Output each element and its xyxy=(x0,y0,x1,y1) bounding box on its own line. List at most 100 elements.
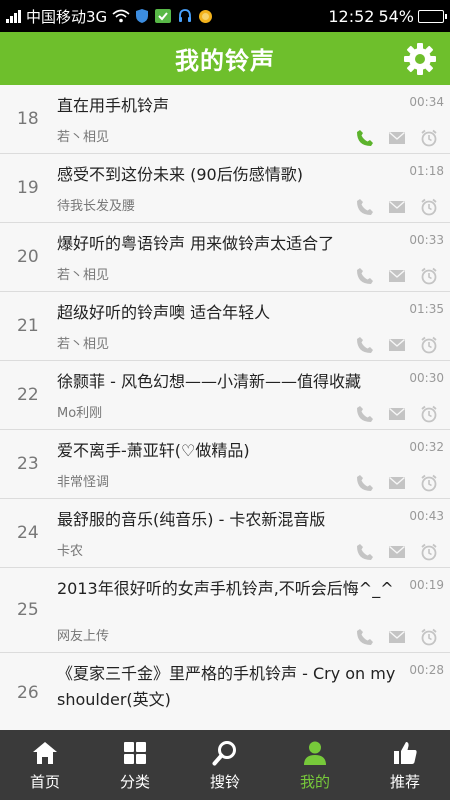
phone-icon[interactable] xyxy=(356,474,374,492)
duration-label: 01:35 xyxy=(409,302,444,316)
message-icon[interactable] xyxy=(388,474,406,492)
uploader-label: 待我长发及腰 xyxy=(57,199,136,214)
song-title: 爱不离手-萧亚轩(♡做精品) xyxy=(57,441,250,460)
duration-label: 00:32 xyxy=(409,440,444,454)
alarm-icon[interactable] xyxy=(420,267,438,285)
phone-icon[interactable] xyxy=(356,198,374,216)
song-title: 徐颢菲 - 风色幻想——小清新——值得收藏 xyxy=(57,372,361,391)
duration-label: 00:43 xyxy=(409,509,444,523)
carrier-label: 中国移动3G xyxy=(26,7,108,26)
tab-label: 推荐 xyxy=(389,772,420,791)
gear-icon[interactable] xyxy=(402,41,438,77)
status-bar: 中国移动3G 12:52 54% xyxy=(0,0,450,32)
row-index: 24 xyxy=(17,523,39,543)
uploader-label: 非常怪调 xyxy=(57,475,110,490)
duration-label: 00:28 xyxy=(409,663,444,677)
uploader-label: 若丶相见 xyxy=(57,268,110,283)
row-actions xyxy=(356,198,438,216)
ringtone-row[interactable]: 20 爆好听的粤语铃声 用来做铃声太适合了 00:33 若丶相见 xyxy=(0,223,450,292)
alarm-icon[interactable] xyxy=(420,198,438,216)
phone-icon[interactable] xyxy=(356,405,374,423)
ringtone-list[interactable]: 18 直在用手机铃声 00:34 若丶相见 19 感受不到这份未来 (90后伤感… xyxy=(0,85,450,730)
ringtone-row[interactable]: 24 最舒服的音乐(纯音乐) - 卡农新混音版 00:43 卡农 xyxy=(0,499,450,568)
alarm-icon[interactable] xyxy=(420,405,438,423)
message-icon[interactable] xyxy=(388,336,406,354)
tab-home[interactable]: 首页 xyxy=(0,730,90,800)
search-icon xyxy=(211,739,239,767)
row-index: 25 xyxy=(17,600,39,620)
uploader-label: 若丶相见 xyxy=(57,337,110,352)
phone-icon[interactable] xyxy=(356,267,374,285)
row-index: 21 xyxy=(17,316,39,336)
row-actions xyxy=(356,405,438,423)
alarm-icon[interactable] xyxy=(420,628,438,646)
ringtone-row[interactable]: 19 感受不到这份未来 (90后伤感情歌) 01:18 待我长发及腰 xyxy=(0,154,450,223)
uploader-label: 网友上传 xyxy=(57,629,110,644)
thumbs-up-icon xyxy=(391,739,419,767)
tab-label: 搜铃 xyxy=(209,772,240,791)
bottom-tab-bar: 首页 分类 搜铃 我的 推荐 xyxy=(0,730,450,800)
tab-label: 分类 xyxy=(119,772,150,791)
row-actions xyxy=(356,267,438,285)
phone-icon[interactable] xyxy=(356,336,374,354)
coin-icon xyxy=(198,9,213,24)
row-index: 19 xyxy=(17,178,39,198)
alarm-icon[interactable] xyxy=(420,543,438,561)
battery-icon xyxy=(418,9,447,23)
duration-label: 00:19 xyxy=(409,578,444,592)
title-bar: 我的铃声 xyxy=(0,32,450,85)
home-icon xyxy=(31,739,59,767)
grid-icon xyxy=(121,739,149,767)
phone-icon[interactable] xyxy=(356,129,374,147)
tab-label: 我的 xyxy=(299,772,330,791)
battery-percent: 54% xyxy=(378,6,414,26)
tab-label: 首页 xyxy=(29,772,60,791)
page-title: 我的铃声 xyxy=(175,47,275,75)
row-actions xyxy=(356,543,438,561)
uploader-label: 若丶相见 xyxy=(57,130,110,145)
message-icon[interactable] xyxy=(388,543,406,561)
ringtone-row[interactable]: 23 爱不离手-萧亚轩(♡做精品) 00:32 非常怪调 xyxy=(0,430,450,499)
row-index: 18 xyxy=(17,109,39,129)
message-icon[interactable] xyxy=(388,405,406,423)
message-icon[interactable] xyxy=(388,267,406,285)
row-actions xyxy=(356,474,438,492)
wifi-icon xyxy=(112,9,130,23)
ringtone-row[interactable]: 21 超级好听的铃声噢 适合年轻人 01:35 若丶相见 xyxy=(0,292,450,361)
message-icon[interactable] xyxy=(388,129,406,147)
song-title: 《夏家三千金》里严格的手机铃声 - Cry on my shoulder(英文) xyxy=(57,664,396,709)
song-title: 爆好听的粤语铃声 用来做铃声太适合了 xyxy=(57,234,335,253)
phone-icon[interactable] xyxy=(356,628,374,646)
tab-person[interactable]: 我的 xyxy=(270,730,360,800)
row-actions xyxy=(356,129,438,147)
signal-icon xyxy=(6,9,21,23)
row-index: 26 xyxy=(17,682,39,703)
row-index: 22 xyxy=(17,385,39,405)
row-actions xyxy=(356,628,438,646)
row-actions xyxy=(356,336,438,354)
headset-icon xyxy=(177,8,193,24)
alarm-icon[interactable] xyxy=(420,474,438,492)
alarm-icon[interactable] xyxy=(420,129,438,147)
row-index: 23 xyxy=(17,454,39,474)
duration-label: 01:18 xyxy=(409,164,444,178)
alarm-icon[interactable] xyxy=(420,336,438,354)
song-title: 最舒服的音乐(纯音乐) - 卡农新混音版 xyxy=(57,510,326,529)
uploader-label: Mo利刚 xyxy=(57,406,103,421)
person-icon xyxy=(301,739,329,767)
ringtone-row[interactable]: 22 徐颢菲 - 风色幻想——小清新——值得收藏 00:30 Mo利刚 xyxy=(0,361,450,430)
message-icon[interactable] xyxy=(388,628,406,646)
row-index: 20 xyxy=(17,247,39,267)
clock: 12:52 xyxy=(328,6,375,26)
song-title: 2013年很好听的女声手机铃声,不听会后悔^_^ xyxy=(57,579,394,598)
ringtone-row[interactable]: 26 《夏家三千金》里严格的手机铃声 - Cry on my shoulder(… xyxy=(0,653,450,730)
shield-icon xyxy=(135,8,149,24)
tab-grid[interactable]: 分类 xyxy=(90,730,180,800)
tab-thumbs-up[interactable]: 推荐 xyxy=(360,730,450,800)
ringtone-row[interactable]: 18 直在用手机铃声 00:34 若丶相见 xyxy=(0,85,450,154)
song-title: 直在用手机铃声 xyxy=(57,96,170,115)
message-icon[interactable] xyxy=(388,198,406,216)
ringtone-row[interactable]: 25 2013年很好听的女声手机铃声,不听会后悔^_^ 00:19 网友上传 xyxy=(0,568,450,653)
tab-search[interactable]: 搜铃 xyxy=(180,730,270,800)
phone-icon[interactable] xyxy=(356,543,374,561)
